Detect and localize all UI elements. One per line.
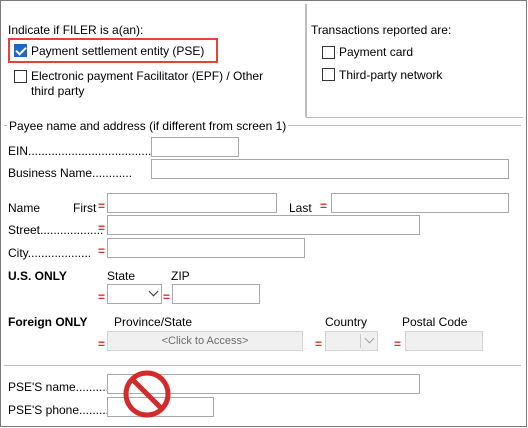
province-required: =: [98, 337, 106, 351]
state-label: State: [107, 269, 136, 283]
payment-card-checkbox[interactable]: [322, 46, 335, 59]
last-name-field[interactable]: [331, 193, 509, 213]
pse-checkbox[interactable]: [14, 44, 27, 57]
last-name-required: =: [320, 199, 328, 213]
street-field[interactable]: [107, 215, 420, 235]
postal-code-field[interactable]: [405, 331, 483, 351]
city-label: City...................: [8, 246, 92, 260]
payee-legend: Payee name and address (if different fro…: [7, 119, 289, 133]
business-name-label: Business Name............: [8, 166, 133, 180]
street-label: Street...................: [8, 223, 104, 237]
country-select[interactable]: [325, 331, 378, 351]
epf-checkbox-label-line2[interactable]: third party: [31, 84, 84, 98]
epf-checkbox[interactable]: [14, 70, 27, 83]
street-required: =: [98, 221, 106, 235]
foreign-only-label: Foreign ONLY: [8, 315, 88, 329]
filer-legend: Indicate if FILER is a(an):: [8, 23, 144, 37]
postal-code-label: Postal Code: [402, 315, 468, 329]
name-label: Name: [8, 201, 41, 215]
epf-checkbox-label-line1[interactable]: Electronic payment Facilitator (EPF) / O…: [31, 69, 263, 83]
zip-label: ZIP: [171, 269, 190, 283]
pse-name-label: PSE'S name..........: [8, 380, 109, 394]
vertical-divider: [306, 4, 307, 117]
state-select[interactable]: [107, 284, 162, 304]
chevron-down-icon: [148, 286, 159, 297]
prohibited-sign-icon: [123, 370, 171, 418]
first-name-required: =: [98, 199, 106, 213]
pse-phone-label: PSE'S phone.........: [8, 403, 110, 417]
third-party-network-checkbox[interactable]: [322, 68, 335, 81]
first-name-label: First: [73, 201, 97, 215]
country-select-divider: [360, 334, 361, 348]
transactions-legend: Transactions reported are:: [311, 23, 452, 37]
us-only-label: U.S. ONLY: [8, 269, 67, 283]
pse-checkbox-label[interactable]: Payment settlement entity (PSE): [31, 44, 204, 58]
country-label: Country: [325, 315, 368, 329]
last-name-label: Last: [289, 201, 312, 215]
first-name-field[interactable]: [107, 193, 277, 213]
zip-required: =: [163, 290, 171, 304]
business-name-field[interactable]: [151, 159, 509, 179]
pse-section-divider: [4, 365, 521, 366]
transactions-divider: [306, 117, 523, 118]
country-required: =: [315, 337, 323, 351]
zip-field[interactable]: [172, 284, 260, 304]
postal-code-required: =: [394, 337, 402, 351]
third-party-network-label[interactable]: Third-party network: [339, 68, 442, 82]
province-label: Province/State: [114, 315, 193, 329]
ein-field[interactable]: [151, 137, 239, 157]
province-field[interactable]: <Click to Access>: [107, 331, 303, 351]
city-required: =: [98, 244, 106, 258]
payment-card-label[interactable]: Payment card: [339, 45, 413, 59]
city-field[interactable]: [107, 238, 305, 258]
state-required: =: [98, 290, 106, 304]
ein-label: EIN.....................................: [8, 144, 152, 158]
chevron-down-icon: [364, 333, 375, 344]
